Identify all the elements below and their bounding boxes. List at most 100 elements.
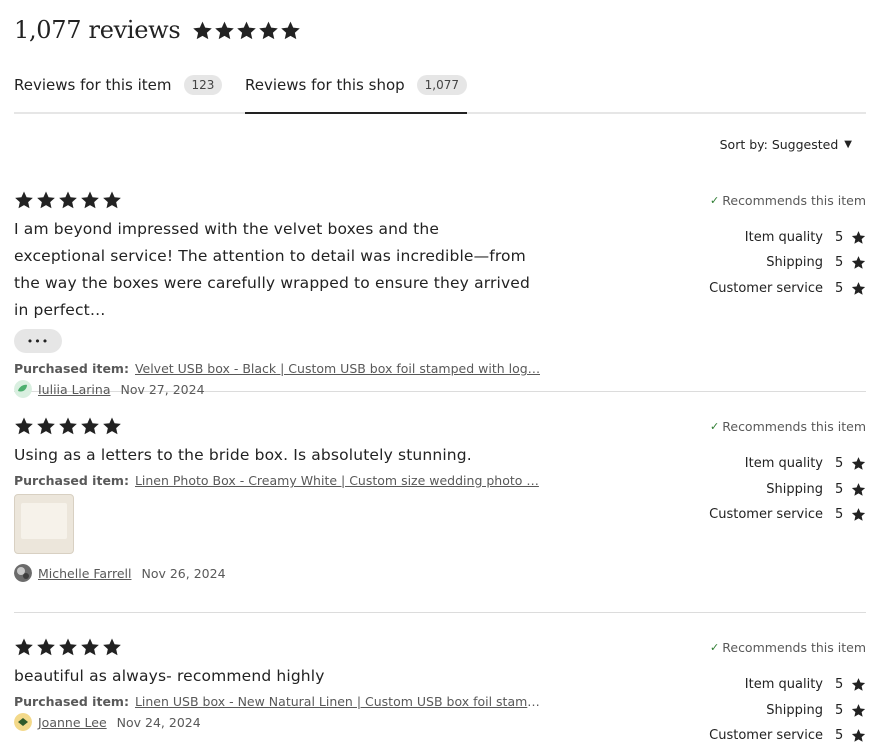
- review-date: Nov 26, 2024: [141, 565, 226, 581]
- author-name-link[interactable]: Joanne Lee: [38, 715, 107, 730]
- star-icon: [15, 417, 33, 435]
- star-icon: [103, 417, 121, 435]
- recommends-badge: ✓ Recommends this item: [710, 419, 866, 434]
- star-icon: [851, 704, 866, 717]
- rating-label: Customer service: [709, 281, 823, 296]
- recommends-badge: ✓ Recommends this item: [710, 193, 866, 208]
- tab-count-badge: 123: [183, 75, 223, 95]
- rating-value: 5: [835, 677, 844, 692]
- star-icon: [851, 256, 866, 269]
- rating-value: 5: [835, 728, 844, 743]
- rating-shipping: Shipping 5: [766, 703, 866, 718]
- star-icon: [281, 21, 301, 39]
- star-icon: [851, 231, 866, 244]
- rating-item-quality: Item quality 5: [745, 456, 866, 471]
- star-icon: [81, 191, 99, 209]
- star-icon: [37, 191, 55, 209]
- rating-value: 5: [835, 456, 844, 471]
- tab-label: Reviews for this item: [14, 76, 172, 94]
- avatar: [14, 564, 32, 582]
- review-text: I am beyond impressed with the velvet bo…: [14, 220, 530, 319]
- star-icon: [81, 417, 99, 435]
- star-icon: [103, 638, 121, 656]
- review-author: Michelle Farrell Nov 26, 2024: [14, 564, 866, 582]
- star-icon: [851, 483, 866, 496]
- star-icon: [37, 638, 55, 656]
- rating-value: 5: [835, 281, 844, 296]
- rating-value: 5: [835, 255, 844, 270]
- star-icon: [59, 417, 77, 435]
- review-item: beautiful as always- recommend highly Pu…: [14, 636, 866, 754]
- rating-value: 5: [835, 507, 844, 522]
- rating-customer-service: Customer service 5: [709, 281, 866, 296]
- review-item: Using as a letters to the bride box. Is …: [14, 415, 866, 613]
- rating-label: Item quality: [744, 677, 823, 692]
- review-tabs: Reviews for this item 123 Reviews for th…: [14, 68, 866, 114]
- rating-label: Shipping: [766, 703, 823, 718]
- purchased-item-label: Purchased item:: [14, 473, 129, 488]
- tab-reviews-for-shop[interactable]: Reviews for this shop 1,077: [245, 68, 468, 114]
- star-icon: [851, 678, 866, 691]
- star-icon: [215, 21, 235, 39]
- star-icon: [851, 508, 866, 521]
- review-date: Nov 24, 2024: [116, 714, 201, 730]
- checkmark-icon: ✓: [710, 420, 720, 433]
- rating-value: 5: [835, 482, 844, 497]
- reviews-header: 1,077 reviews: [14, 14, 302, 46]
- tab-count-badge: 1,077: [416, 75, 468, 95]
- star-icon: [103, 191, 121, 209]
- star-icon: [59, 191, 77, 209]
- purchased-item: Purchased item: Velvet USB box - Black |…: [14, 361, 866, 376]
- purchased-item-link[interactable]: Linen USB box - New Natural Linen | Cust…: [135, 694, 543, 709]
- star-icon: [237, 21, 257, 39]
- rating-item-quality: Item quality 5: [745, 677, 866, 692]
- purchased-item-link[interactable]: Velvet USB box - Black | Custom USB box …: [135, 361, 540, 376]
- sort-label: Sort by: Suggested: [719, 137, 839, 152]
- star-icon: [81, 638, 99, 656]
- recommends-text: Recommends this item: [722, 419, 866, 434]
- recommends-text: Recommends this item: [722, 193, 866, 208]
- avatar: [14, 713, 32, 731]
- rating-value: 5: [835, 703, 844, 718]
- purchased-item: Purchased item: Linen Photo Box - Creamy…: [14, 473, 866, 488]
- star-icon: [851, 457, 866, 470]
- star-icon: [259, 21, 279, 39]
- review-text: Using as a letters to the bride box. Is …: [14, 446, 472, 464]
- rating-label: Customer service: [709, 728, 823, 743]
- rating-label: Customer service: [709, 507, 823, 522]
- review-text: beautiful as always- recommend highly: [14, 667, 325, 685]
- recommends-badge: ✓ Recommends this item: [710, 640, 866, 655]
- sort-dropdown[interactable]: Sort by: Suggested ▼: [720, 137, 852, 152]
- photo-content: [21, 503, 67, 539]
- rating-customer-service: Customer service 5: [709, 507, 866, 522]
- expand-review-button[interactable]: •••: [14, 329, 62, 353]
- purchased-item-label: Purchased item:: [14, 361, 129, 376]
- star-icon: [193, 21, 213, 39]
- rating-customer-service: Customer service 5: [709, 728, 866, 743]
- review-item: I am beyond impressed with the velvet bo…: [14, 189, 866, 398]
- star-icon: [37, 417, 55, 435]
- tab-label: Reviews for this shop: [245, 76, 405, 94]
- star-icon: [59, 638, 77, 656]
- rating-value: 5: [835, 230, 844, 245]
- checkmark-icon: ✓: [710, 194, 720, 207]
- rating-item-quality: Item quality 5: [745, 230, 866, 245]
- author-name-link[interactable]: Iuliia Larina: [38, 382, 110, 397]
- rating-label: Shipping: [766, 482, 823, 497]
- purchased-item-link[interactable]: Linen Photo Box - Creamy White | Custom …: [135, 473, 539, 488]
- avatar: [14, 380, 32, 398]
- review-author: Iuliia Larina Nov 27, 2024: [14, 380, 866, 398]
- purchased-item-label: Purchased item:: [14, 694, 129, 709]
- author-name-link[interactable]: Michelle Farrell: [38, 566, 131, 581]
- tab-reviews-for-item[interactable]: Reviews for this item 123: [14, 68, 223, 112]
- rating-shipping: Shipping 5: [766, 482, 866, 497]
- star-icon: [851, 282, 866, 295]
- rating-label: Shipping: [766, 255, 823, 270]
- checkmark-icon: ✓: [710, 641, 720, 654]
- reviews-total: 1,077 reviews: [14, 16, 181, 44]
- rating-shipping: Shipping 5: [766, 255, 866, 270]
- review-photo-thumbnail[interactable]: [14, 494, 74, 554]
- star-icon: [15, 191, 33, 209]
- caret-down-icon: ▼: [844, 139, 852, 150]
- rating-label: Item quality: [744, 456, 823, 471]
